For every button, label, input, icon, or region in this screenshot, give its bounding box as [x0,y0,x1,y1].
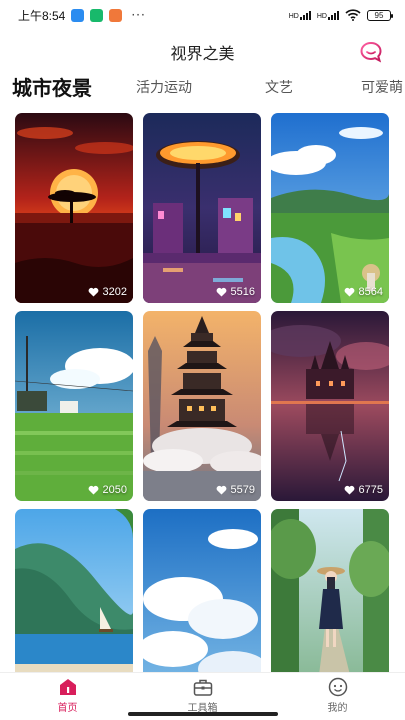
wallpaper-image [15,311,133,501]
wallpaper-card[interactable]: 3202 [15,113,133,303]
status-time: 上午8:54 [18,8,66,23]
tab-city-night[interactable]: 城市夜景 [12,74,92,102]
likes-badge: 6775 [344,484,383,496]
wallpaper-card[interactable]: 5516 [143,113,261,303]
signal-1: HD [288,10,311,20]
likes-badge: 5516 [216,286,255,298]
home-indicator[interactable] [128,712,278,716]
wallpaper-card[interactable]: 8564 [271,113,389,303]
nav-label-home: 首页 [57,703,78,714]
nav-label-profile: 我的 [327,703,348,714]
profile-icon [328,677,347,697]
tab-cute[interactable]: 可爱萌 [361,74,403,102]
likes-count: 2050 [102,484,127,496]
nav-home[interactable]: 首页 [0,673,135,720]
heart-icon [88,287,98,297]
likes-badge: 2050 [88,484,127,496]
wallpaper-card[interactable]: 2050 [15,311,133,501]
signal-bars-icon [328,10,339,20]
battery-indicator: 95 [367,9,393,21]
likes-count: 5579 [230,484,255,496]
likes-badge: 5579 [216,484,255,496]
heart-icon [216,287,226,297]
wallpaper-card[interactable]: 5579 [143,311,261,501]
likes-count: 8564 [358,286,383,298]
likes-count: 3202 [102,286,127,298]
app-title: 视界之美 [170,44,235,63]
wallpaper-card[interactable] [15,509,133,677]
wallpaper-image [143,509,261,677]
signal-label: HD [316,12,327,20]
battery-level: 95 [374,10,384,20]
wifi-icon [345,9,361,21]
heart-icon [216,485,226,495]
wallpaper-image [143,311,261,501]
wallpaper-card[interactable] [271,509,389,677]
toolbox-icon [193,679,212,696]
chat-bubble-icon[interactable] [359,40,383,64]
nav-profile[interactable]: 我的 [270,673,405,720]
wallpaper-image [271,311,389,501]
category-tabs: 城市夜景 活力运动 文艺 可爱萌 [0,74,405,104]
status-bar: 上午8:54 ··· HD HD 95 [0,0,405,30]
wechat-icon [90,8,104,22]
wallpaper-card[interactable]: 6775 [271,311,389,501]
heart-icon [344,485,354,495]
wallpaper-image [15,509,133,677]
wallpaper-image [143,113,261,303]
likes-badge: 3202 [88,286,127,298]
likes-count: 6775 [358,484,383,496]
home-icon [59,679,76,695]
message-icon [71,8,85,22]
more-notifications: ··· [131,8,146,22]
likes-count: 5516 [230,286,255,298]
tab-literary[interactable]: 文艺 [265,74,293,102]
wallpaper-grid: 3202 5516 8564 2050 5579 6775 [0,112,405,677]
app-icon [109,8,123,22]
likes-badge: 8564 [344,286,383,298]
signal-label: HD [288,12,299,20]
heart-icon [88,485,98,495]
tab-sports[interactable]: 活力运动 [136,74,192,102]
wallpaper-image [271,113,389,303]
wallpaper-image [271,509,389,677]
heart-icon [344,287,354,297]
signal-bars-icon [299,10,311,20]
signal-2: HD [316,10,339,20]
wallpaper-card[interactable] [143,509,261,677]
wallpaper-image [15,113,133,303]
